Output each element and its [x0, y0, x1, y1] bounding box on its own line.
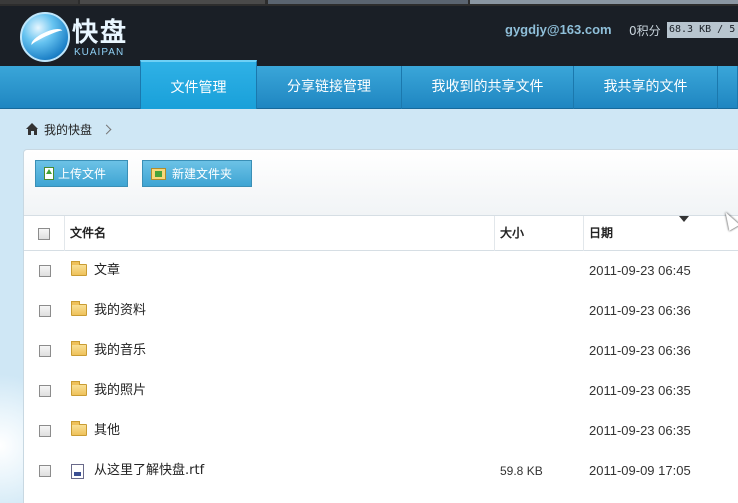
main-nav: 文件管理 分享链接管理 我收到的共享文件 我共享的文件: [0, 60, 738, 109]
table-row[interactable]: 我的资料 2011-09-23 06:36: [24, 291, 738, 331]
new-folder-icon: [151, 167, 166, 180]
file-panel: 上传文件 新建文件夹 文件名 大小 日期 文章 2011-09-23 06:45…: [23, 149, 738, 503]
chevron-right-icon: [101, 124, 112, 134]
file-date: 2011-09-23 06:35: [589, 383, 691, 398]
file-date: 2011-09-23 06:35: [589, 423, 691, 438]
file-name[interactable]: 从这里了解快盘.rtf: [94, 451, 204, 491]
table-header: 文件名 大小 日期: [24, 216, 738, 251]
tab-overflow[interactable]: [718, 66, 738, 109]
breadcrumb-home[interactable]: 我的快盘: [44, 121, 92, 138]
storage-usage: 68.3 KB / 5 G: [667, 22, 738, 38]
folder-icon: [71, 381, 87, 396]
file-name[interactable]: 我的资料: [94, 291, 146, 331]
row-checkbox[interactable]: [39, 265, 51, 277]
tab-my-shared-files[interactable]: 我共享的文件: [574, 66, 718, 109]
folder-icon: [71, 421, 87, 436]
breadcrumb: 我的快盘: [26, 121, 112, 138]
table-row[interactable]: 从这里了解快盘.rtf 59.8 KB 2011-09-09 17:05: [24, 451, 738, 491]
background-cloud: [0, 360, 23, 503]
user-points[interactable]: 0积分: [629, 22, 661, 39]
user-email[interactable]: gygdjy@163.com: [505, 22, 612, 37]
row-checkbox[interactable]: [39, 425, 51, 437]
folder-icon: [71, 301, 87, 316]
logo-title: 快盘: [72, 18, 129, 48]
new-folder-button[interactable]: 新建文件夹: [142, 160, 252, 187]
file-name[interactable]: 文章: [94, 251, 120, 291]
home-icon[interactable]: [26, 123, 39, 135]
table-row[interactable]: 文章 2011-09-23 06:45: [24, 251, 738, 291]
tab-share-link-management[interactable]: 分享链接管理: [257, 66, 402, 109]
row-checkbox[interactable]: [39, 305, 51, 317]
folder-icon: [71, 341, 87, 356]
file-date: 2011-09-09 17:05: [589, 463, 691, 478]
logo-subtitle: KUAIPAN: [74, 47, 125, 58]
table-row[interactable]: 其他 2011-09-23 06:35: [24, 411, 738, 451]
logo-globe-icon: [20, 12, 70, 62]
tab-file-management[interactable]: 文件管理: [140, 60, 257, 109]
site-header: 快盘 KUAIPAN gygdjy@163.com 0积分 68.3 KB / …: [0, 6, 738, 66]
file-toolbar: 上传文件 新建文件夹: [24, 150, 738, 216]
header-filename[interactable]: 文件名: [65, 216, 495, 251]
row-checkbox[interactable]: [39, 385, 51, 397]
file-size: 59.8 KB: [500, 464, 543, 478]
table-row[interactable]: 我的音乐 2011-09-23 06:36: [24, 331, 738, 371]
upload-button[interactable]: 上传文件: [35, 160, 128, 187]
row-checkbox[interactable]: [39, 345, 51, 357]
upload-button-label: 上传文件: [58, 167, 107, 181]
file-name[interactable]: 我的音乐: [94, 331, 146, 371]
header-size[interactable]: 大小: [495, 216, 584, 251]
table-row[interactable]: 我的照片 2011-09-23 06:35: [24, 371, 738, 411]
sort-down-icon[interactable]: [679, 216, 689, 222]
header-date[interactable]: 日期: [584, 216, 738, 251]
kuaipan-logo[interactable]: 快盘 KUAIPAN: [20, 10, 140, 62]
new-folder-button-label: 新建文件夹: [172, 167, 233, 181]
row-checkbox[interactable]: [39, 465, 51, 477]
file-date: 2011-09-23 06:36: [589, 303, 691, 318]
folder-icon: [71, 261, 87, 276]
file-name[interactable]: 我的照片: [94, 371, 146, 411]
file-name[interactable]: 其他: [94, 411, 120, 451]
select-all-checkbox[interactable]: [38, 228, 50, 240]
file-date: 2011-09-23 06:45: [589, 263, 691, 278]
tab-received-shared-files[interactable]: 我收到的共享文件: [402, 66, 574, 109]
upload-icon: [44, 167, 54, 180]
header-select-cell: [24, 216, 65, 251]
rtf-document-icon: [71, 464, 84, 479]
file-date: 2011-09-23 06:36: [589, 343, 691, 358]
